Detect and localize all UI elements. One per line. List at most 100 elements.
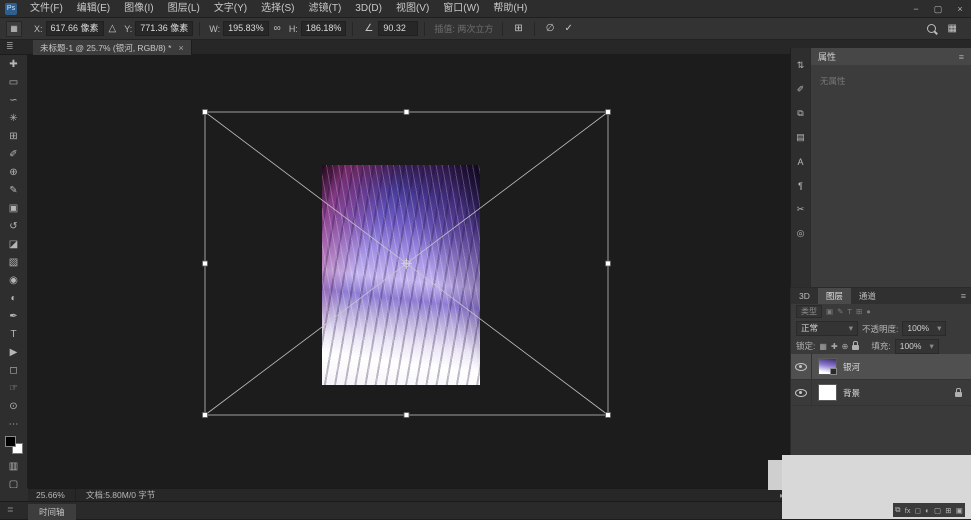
menu-filter[interactable]: 滤镜(T) xyxy=(302,0,349,18)
timeline-menu-icon[interactable]: ≣ xyxy=(7,505,14,514)
eraser-tool[interactable]: ◪ xyxy=(0,235,28,253)
transform-handle[interactable] xyxy=(404,110,409,115)
clone-source-panel-icon[interactable]: ⧉ xyxy=(793,106,809,121)
paragraph-panel-icon[interactable]: ¶ xyxy=(793,178,809,193)
filter-shape-icon[interactable]: ⊞ xyxy=(856,307,862,316)
zoom-tool[interactable]: ⊙ xyxy=(0,397,28,415)
layer-name[interactable]: 背景 xyxy=(843,387,860,399)
relative-position-icon[interactable]: △ xyxy=(109,23,117,34)
blur-tool[interactable]: ◉ xyxy=(0,271,28,289)
tab-close-icon[interactable]: × xyxy=(178,43,183,53)
delete-layer-icon[interactable]: ▣ xyxy=(956,506,963,515)
pen-tool[interactable]: ✒ xyxy=(0,307,28,325)
move-tool[interactable]: ✚ xyxy=(0,55,28,73)
warp-mode-icon[interactable]: ⊞ xyxy=(514,23,522,34)
panel-menu-icon[interactable]: ≡ xyxy=(959,52,964,62)
history-brush-tool[interactable]: ↺ xyxy=(0,217,28,235)
transform-handle[interactable] xyxy=(606,261,611,266)
x-input[interactable]: 617.66 像素 xyxy=(46,21,104,36)
info-panel-icon[interactable]: ◎ xyxy=(793,226,809,241)
layer-name[interactable]: 银河 xyxy=(843,361,860,373)
cancel-transform-button[interactable]: ∅ xyxy=(546,23,555,34)
menu-3d[interactable]: 3D(D) xyxy=(348,0,389,18)
panel-menu-icon[interactable]: ≡ xyxy=(961,291,971,301)
transform-handle[interactable] xyxy=(404,413,409,418)
interpolation-dropdown[interactable]: 插值: 两次立方 xyxy=(434,22,493,35)
filter-pixel-icon[interactable]: ▣ xyxy=(826,307,833,316)
canvas-area[interactable] xyxy=(28,55,790,488)
angle-input[interactable]: 90.32 xyxy=(378,21,418,36)
hand-tool[interactable]: ☞ xyxy=(0,379,28,397)
commit-transform-button[interactable]: ✓ xyxy=(564,23,572,34)
lock-image-icon[interactable]: ⊕ xyxy=(842,342,849,351)
brush-settings-panel-icon[interactable]: ✐ xyxy=(793,82,809,97)
transform-handle[interactable] xyxy=(606,413,611,418)
healing-brush-tool[interactable]: ⊕ xyxy=(0,163,28,181)
zoom-level-field[interactable]: 25.66% xyxy=(28,490,75,500)
crop-tool[interactable]: ⊞ xyxy=(0,127,28,145)
menu-type[interactable]: 文字(Y) xyxy=(207,0,254,18)
layer-effects-icon[interactable]: fx xyxy=(905,506,911,515)
transform-handle[interactable] xyxy=(203,413,208,418)
eyedropper-tool[interactable]: ✐ xyxy=(0,145,28,163)
opacity-dropdown[interactable]: 100% ▾ xyxy=(902,321,946,336)
menu-image[interactable]: 图像(I) xyxy=(117,0,160,18)
character-panel-icon[interactable]: A xyxy=(793,154,809,169)
transform-handle[interactable] xyxy=(203,110,208,115)
y-input[interactable]: 771.36 像素 xyxy=(135,21,193,36)
adjustments-panel-icon[interactable]: ▤ xyxy=(793,130,809,145)
filter-type-icon[interactable]: T xyxy=(847,307,852,316)
history-panel-icon[interactable]: ⇅ xyxy=(793,58,809,73)
transform-handle[interactable] xyxy=(606,110,611,115)
timeline-tab[interactable]: 时间轴 xyxy=(28,504,76,520)
menu-view[interactable]: 视图(V) xyxy=(389,0,436,18)
workspace-switcher-icon[interactable]: ▦ xyxy=(948,23,957,34)
blend-mode-dropdown[interactable]: 正常 ▾ xyxy=(796,321,858,336)
fill-dropdown[interactable]: 100% ▾ xyxy=(895,339,939,354)
link-layers-icon[interactable]: ⧉ xyxy=(895,505,900,515)
layer-thumbnail[interactable] xyxy=(818,384,837,401)
tab-3d[interactable]: 3D xyxy=(791,288,818,304)
libraries-panel-icon[interactable]: ✂ xyxy=(793,202,809,217)
visibility-toggle[interactable] xyxy=(791,354,812,379)
tab-layers[interactable]: 图层 xyxy=(818,288,851,304)
transform-reference-point[interactable] xyxy=(401,258,412,269)
restore-button[interactable]: ▢ xyxy=(927,0,949,18)
menu-window[interactable]: 窗口(W) xyxy=(436,0,486,18)
filter-adjustment-icon[interactable]: ✎ xyxy=(837,307,843,316)
tab-channels[interactable]: 通道 xyxy=(851,288,884,304)
menu-edit[interactable]: 编辑(E) xyxy=(70,0,117,18)
tab-bar-menu-icon[interactable]: ≣ xyxy=(6,41,14,52)
dodge-tool[interactable]: ◐ xyxy=(0,289,28,307)
layer-thumbnail[interactable] xyxy=(818,358,837,375)
search-icon[interactable] xyxy=(927,24,936,33)
document-tab[interactable]: 未标题-1 @ 25.7% (银河, RGB/8) * × xyxy=(33,40,192,55)
transform-handle[interactable] xyxy=(203,261,208,266)
layer-filter-dropdown[interactable]: 类型 xyxy=(796,305,822,318)
menu-layer[interactable]: 图层(L) xyxy=(161,0,207,18)
clone-stamp-tool[interactable]: ▣ xyxy=(0,199,28,217)
shape-tool[interactable]: ◻ xyxy=(0,361,28,379)
quick-selection-tool[interactable]: ✳ xyxy=(0,109,28,127)
edit-toolbar-button[interactable]: ⋯ xyxy=(0,415,28,433)
width-input[interactable]: 195.83% xyxy=(223,21,269,36)
type-tool[interactable]: T xyxy=(0,325,28,343)
path-selection-tool[interactable]: ▶ xyxy=(0,343,28,361)
lock-transparency-icon[interactable]: ▦ xyxy=(819,342,827,351)
close-button[interactable]: × xyxy=(949,0,971,18)
visibility-toggle[interactable] xyxy=(791,380,812,405)
foreground-color-swatch[interactable] xyxy=(5,436,16,447)
lasso-tool[interactable]: ∽ xyxy=(0,91,28,109)
marquee-tool[interactable]: ▭ xyxy=(0,73,28,91)
lock-all-icon[interactable] xyxy=(852,345,859,350)
brush-tool[interactable]: ✎ xyxy=(0,181,28,199)
new-layer-icon[interactable]: ⊞ xyxy=(945,506,951,515)
foreground-background-swatches[interactable] xyxy=(0,433,28,457)
layer-group-icon[interactable]: ▢ xyxy=(934,506,941,515)
menu-help[interactable]: 帮助(H) xyxy=(486,0,534,18)
reference-point-icon[interactable]: ▦ xyxy=(6,21,22,37)
link-dimensions-icon[interactable]: ∞ xyxy=(274,23,281,34)
menu-select[interactable]: 选择(S) xyxy=(254,0,301,18)
add-mask-icon[interactable]: ◻ xyxy=(915,506,921,515)
gradient-tool[interactable]: ▧ xyxy=(0,253,28,271)
